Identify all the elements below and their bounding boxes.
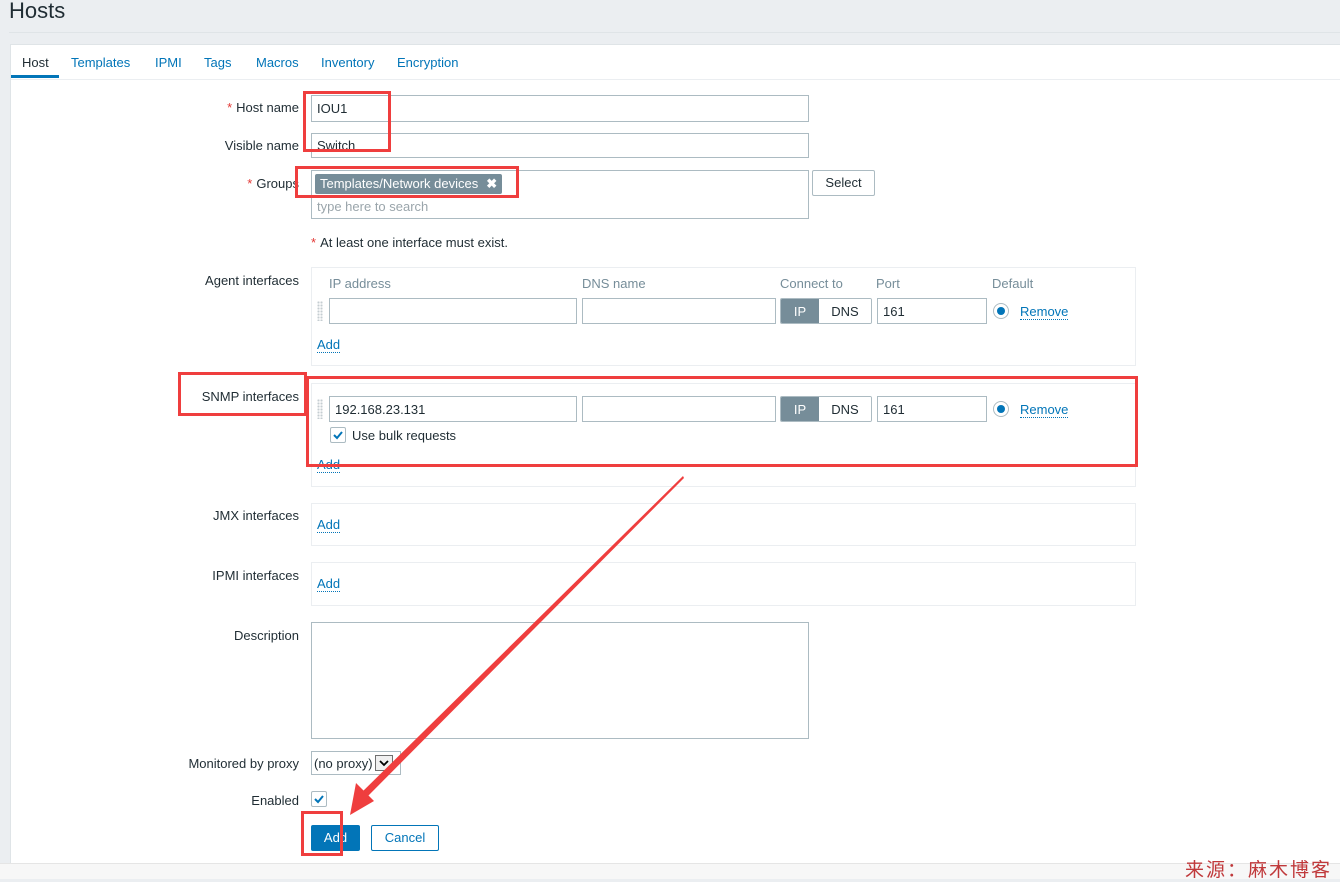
agent-interfaces-box: IP address DNS name Connect to Port Defa… bbox=[311, 267, 1136, 366]
group-chip-label: Templates/Network devices bbox=[320, 176, 479, 191]
description-textarea[interactable] bbox=[311, 622, 809, 739]
ipmi-interfaces-label: IPMI interfaces bbox=[212, 568, 299, 583]
required-marker: * bbox=[311, 235, 317, 250]
col-connect-to: Connect to bbox=[780, 276, 843, 291]
enabled-checkbox[interactable] bbox=[311, 791, 327, 807]
checkmark-icon bbox=[314, 795, 324, 804]
groups-label: * Groups bbox=[247, 176, 299, 191]
groups-search-placeholder[interactable]: type here to search bbox=[317, 199, 428, 214]
drag-handle-icon[interactable] bbox=[317, 399, 323, 419]
tab-ipmi[interactable]: IPMI bbox=[155, 55, 182, 70]
agent-dns-input[interactable] bbox=[582, 298, 776, 324]
connect-ip-option[interactable]: IP bbox=[781, 299, 819, 323]
chevron-down-icon[interactable] bbox=[374, 755, 393, 771]
tab-host[interactable]: Host bbox=[22, 55, 49, 70]
snmp-interfaces-box: IP DNS Remove Use bulk requests Add bbox=[311, 383, 1136, 487]
footer-bar bbox=[0, 863, 1340, 879]
tab-tags[interactable]: Tags bbox=[204, 55, 231, 70]
snmp-remove-link[interactable]: Remove bbox=[1020, 402, 1069, 418]
agent-ip-input[interactable] bbox=[329, 298, 577, 324]
agent-port-input[interactable] bbox=[877, 298, 987, 324]
use-bulk-requests-label: Use bulk requests bbox=[352, 428, 457, 443]
snmp-default-radio[interactable] bbox=[993, 401, 1009, 417]
jmx-add-link[interactable]: Add bbox=[317, 517, 341, 533]
jmx-interfaces-box: Add bbox=[311, 503, 1136, 546]
tab-inventory[interactable]: Inventory bbox=[321, 55, 374, 70]
enabled-label: Enabled bbox=[251, 793, 299, 808]
agent-connect-to-toggle[interactable]: IP DNS bbox=[780, 298, 872, 324]
connect-dns-option[interactable]: DNS bbox=[819, 299, 871, 323]
checkmark-icon bbox=[333, 431, 343, 440]
use-bulk-requests-checkbox[interactable] bbox=[330, 427, 346, 443]
tab-bar: Host Templates IPMI Tags Macros Inventor… bbox=[11, 45, 1340, 80]
agent-remove-link[interactable]: Remove bbox=[1020, 304, 1069, 320]
required-marker: * bbox=[227, 100, 233, 115]
watermark-text: 来源：麻木博客 bbox=[1184, 859, 1332, 881]
ipmi-interfaces-box: Add bbox=[311, 562, 1136, 606]
required-marker: * bbox=[247, 176, 253, 191]
title-divider bbox=[9, 32, 1340, 33]
connect-ip-option[interactable]: IP bbox=[781, 397, 819, 421]
snmp-port-input[interactable] bbox=[877, 396, 987, 422]
visible-name-input[interactable] bbox=[311, 133, 809, 158]
host-name-label: * Host name bbox=[227, 100, 299, 115]
add-button[interactable]: Add bbox=[311, 825, 360, 851]
snmp-ip-input[interactable] bbox=[329, 396, 577, 422]
proxy-select[interactable]: (no proxy) bbox=[311, 751, 401, 775]
col-dns-name: DNS name bbox=[582, 276, 646, 291]
col-port: Port bbox=[876, 276, 900, 291]
description-label: Description bbox=[233, 628, 299, 643]
agent-default-radio[interactable] bbox=[993, 303, 1009, 319]
group-chip: Templates/Network devices ✖ bbox=[315, 174, 503, 194]
snmp-interfaces-label: SNMP interfaces bbox=[201, 389, 299, 404]
snmp-connect-to-toggle[interactable]: IP DNS bbox=[780, 396, 872, 422]
drag-handle-icon[interactable] bbox=[317, 301, 323, 321]
remove-chip-icon[interactable]: ✖ bbox=[486, 176, 497, 191]
tab-templates[interactable]: Templates bbox=[71, 55, 130, 70]
interface-note: * At least one interface must exist. bbox=[311, 235, 508, 250]
agent-add-link[interactable]: Add bbox=[317, 337, 341, 353]
tab-encryption[interactable]: Encryption bbox=[397, 55, 458, 70]
col-default: Default bbox=[992, 276, 1034, 291]
proxy-label: Monitored by proxy bbox=[188, 756, 299, 771]
active-tab-indicator bbox=[11, 75, 59, 78]
snmp-add-link[interactable]: Add bbox=[317, 457, 341, 473]
cancel-button[interactable]: Cancel bbox=[371, 825, 439, 851]
col-ip-address: IP address bbox=[329, 276, 391, 291]
jmx-interfaces-label: JMX interfaces bbox=[213, 508, 299, 523]
agent-interfaces-label: Agent interfaces bbox=[205, 273, 299, 288]
groups-multiselect[interactable]: Templates/Network devices ✖ type here to … bbox=[311, 170, 809, 219]
host-name-input[interactable] bbox=[311, 95, 809, 122]
select-groups-button[interactable]: Select bbox=[812, 170, 875, 196]
ipmi-add-link[interactable]: Add bbox=[317, 576, 341, 592]
visible-name-label: Visible name bbox=[224, 138, 299, 153]
tab-macros[interactable]: Macros bbox=[256, 55, 299, 70]
snmp-dns-input[interactable] bbox=[582, 396, 776, 422]
page-title: Hosts bbox=[9, 0, 66, 23]
connect-dns-option[interactable]: DNS bbox=[819, 397, 871, 421]
proxy-selected-value: (no proxy) bbox=[314, 755, 373, 771]
